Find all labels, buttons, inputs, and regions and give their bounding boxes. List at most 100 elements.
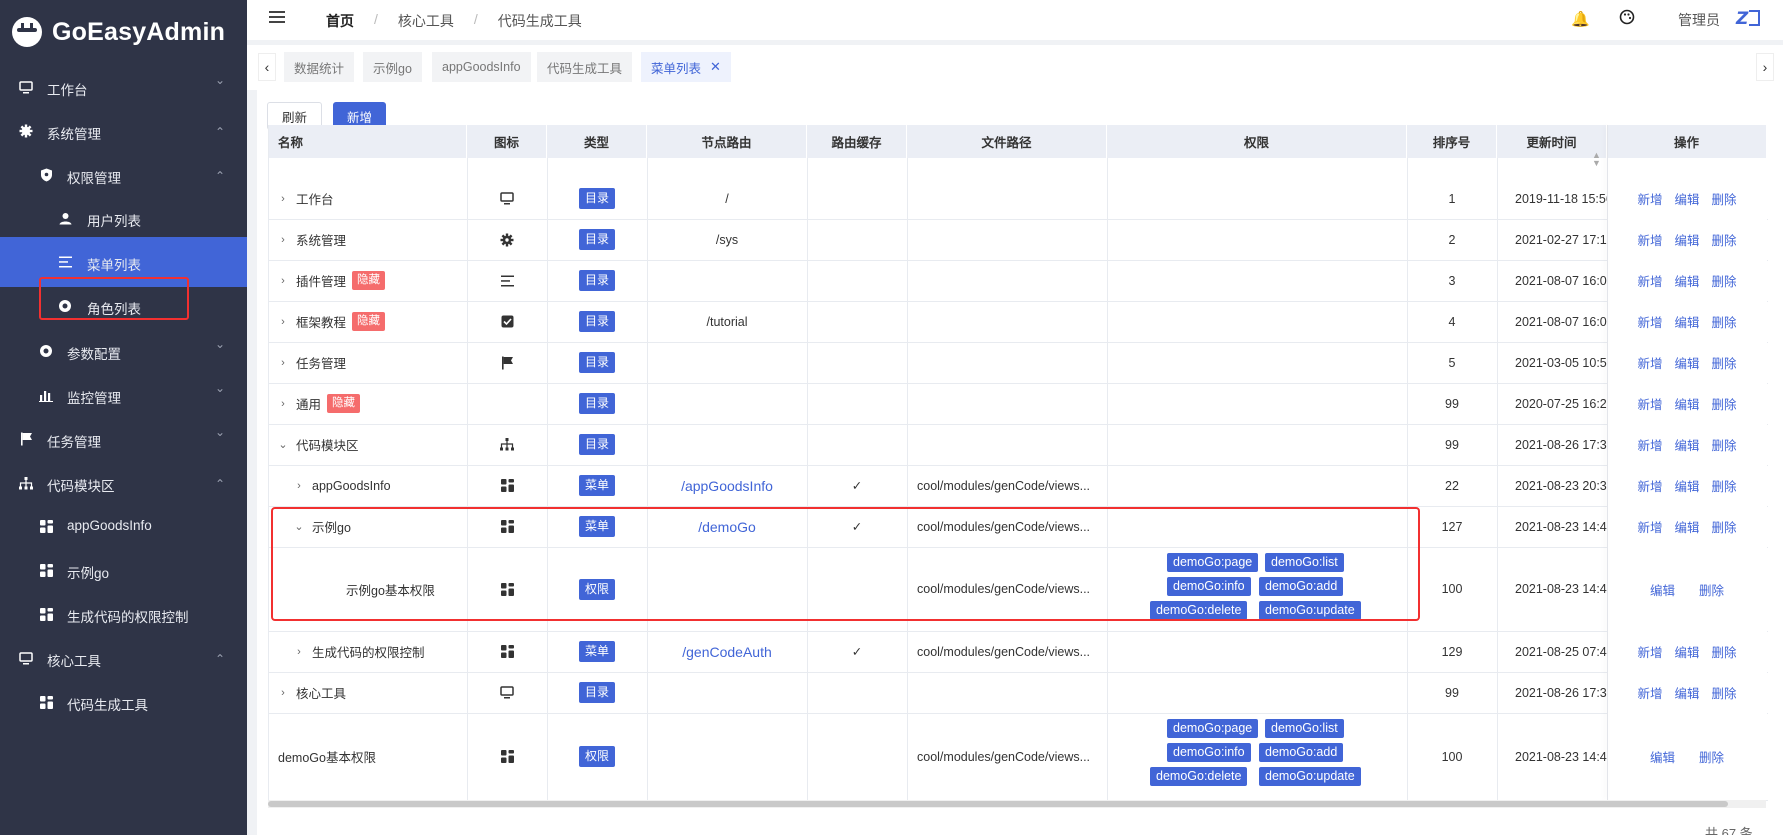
add-child-button[interactable]: 新增 <box>1637 271 1662 290</box>
delete-button[interactable]: 删除 <box>1712 517 1737 536</box>
edit-button[interactable]: 编辑 <box>1674 189 1699 208</box>
delete-button[interactable]: 删除 <box>1712 312 1737 331</box>
breadcrumb-item[interactable]: 核心工具 <box>398 11 454 31</box>
edit-button[interactable]: 编辑 <box>1674 683 1699 702</box>
breadcrumb-item[interactable]: 首页 <box>326 11 354 31</box>
sidebar-item[interactable]: 代码生成工具 <box>0 677 247 727</box>
sidebar-item[interactable]: 工作台 ⌄ <box>0 62 247 112</box>
close-icon[interactable]: ✕ <box>710 59 721 75</box>
expand-icon[interactable]: › <box>278 316 288 328</box>
expand-icon[interactable]: › <box>278 234 288 246</box>
route-text[interactable]: /genCodeAuth <box>682 644 772 660</box>
expand-icon[interactable]: › <box>278 193 288 205</box>
expand-icon[interactable]: › <box>278 357 288 369</box>
checkbox-icon <box>467 301 547 342</box>
add-child-button[interactable]: 新增 <box>1637 476 1662 495</box>
sidebar-item-label: 任务管理 <box>47 435 101 450</box>
edit-button[interactable]: 编辑 <box>1674 312 1699 331</box>
tab-item[interactable]: appGoodsInfo <box>432 52 531 82</box>
sidebar-item[interactable]: 核心工具 ⌃ <box>0 633 247 683</box>
add-child-button[interactable]: 新增 <box>1637 435 1662 454</box>
edit-button[interactable]: 编辑 <box>1674 642 1699 661</box>
palette-icon[interactable] <box>1619 9 1635 30</box>
expand-icon[interactable]: › <box>294 646 304 658</box>
sort-icon[interactable]: ▲ ▼ <box>1592 151 1601 169</box>
sidebar-item[interactable]: 生成代码的权限控制 <box>0 589 247 639</box>
route-cell <box>647 342 807 383</box>
collapse-icon[interactable]: ⌄ <box>278 438 288 451</box>
sidebar-item[interactable]: appGoodsInfo <box>0 501 247 551</box>
edit-button[interactable]: 编辑 <box>1674 435 1699 454</box>
chevron-up-icon: ⌃ <box>214 169 225 183</box>
horizontal-scrollbar[interactable] <box>268 800 1766 808</box>
edit-button[interactable]: 编辑 <box>1650 747 1675 766</box>
expand-icon[interactable]: › <box>278 687 288 699</box>
add-child-button[interactable]: 新增 <box>1637 312 1662 331</box>
add-child-button[interactable]: 新增 <box>1637 189 1662 208</box>
delete-button[interactable]: 删除 <box>1712 230 1737 249</box>
delete-button[interactable]: 删除 <box>1699 580 1724 599</box>
delete-button[interactable]: 删除 <box>1712 435 1737 454</box>
expand-icon[interactable]: › <box>278 398 288 410</box>
type-cell: 目录 <box>547 178 647 219</box>
edit-button[interactable]: 编辑 <box>1674 394 1699 413</box>
route-text[interactable]: /demoGo <box>698 519 756 535</box>
edit-button[interactable]: 编辑 <box>1674 271 1699 290</box>
tab-next-button[interactable]: › <box>1756 53 1774 81</box>
collapse-icon[interactable]: ⌄ <box>294 520 304 533</box>
file-path <box>917 260 1103 301</box>
sidebar-item[interactable]: 系统管理 ⌃ <box>0 106 247 156</box>
sidebar-item[interactable]: 用户列表 <box>0 193 247 243</box>
cache-check-icon <box>807 342 907 383</box>
edit-button[interactable]: 编辑 <box>1674 517 1699 536</box>
scrollbar-thumb[interactable] <box>268 801 1728 807</box>
sidebar-item[interactable]: 示例go <box>0 545 247 595</box>
delete-button[interactable]: 删除 <box>1712 189 1737 208</box>
cache-check-icon <box>807 260 907 301</box>
update-time: 2021-08-07 16:05 <box>1515 273 1607 288</box>
edit-button[interactable]: 编辑 <box>1674 476 1699 495</box>
expand-icon[interactable]: › <box>278 275 288 287</box>
edit-button[interactable]: 编辑 <box>1674 230 1699 249</box>
tab-item[interactable]: 数据统计 <box>284 52 355 82</box>
row-name-text: appGoodsInfo <box>312 478 391 493</box>
delete-button[interactable]: 删除 <box>1712 271 1737 290</box>
permission-tag: demoGo:update <box>1259 601 1361 620</box>
tab-prev-button[interactable]: ‹ <box>258 53 276 81</box>
sidebar-item[interactable]: 参数配置 ⌄ <box>0 326 247 376</box>
delete-button[interactable]: 删除 <box>1712 394 1737 413</box>
tab-label: 数据统计 <box>294 61 345 76</box>
menu-toggle-icon[interactable] <box>269 11 285 25</box>
add-child-button[interactable]: 新增 <box>1637 642 1662 661</box>
permission-tag: demoGo:list <box>1265 553 1344 572</box>
tab-item[interactable]: 代码生成工具 <box>537 52 633 82</box>
update-time: 2021-08-23 14:48 <box>1515 519 1607 534</box>
tab-item-active[interactable]: 菜单列表 ✕ <box>641 52 731 82</box>
edit-button[interactable]: 编辑 <box>1674 353 1699 372</box>
user-name[interactable]: 管理员 <box>1678 10 1720 30</box>
delete-button[interactable]: 删除 <box>1699 747 1724 766</box>
delete-button[interactable]: 删除 <box>1712 683 1737 702</box>
add-child-button[interactable]: 新增 <box>1637 230 1662 249</box>
bell-icon[interactable]: 🔔 <box>1571 10 1590 28</box>
tab-item[interactable]: 示例go <box>363 52 422 82</box>
add-child-button[interactable]: 新增 <box>1637 353 1662 372</box>
add-child-button[interactable]: 新增 <box>1637 683 1662 702</box>
sidebar-item[interactable]: 监控管理 ⌄ <box>0 370 247 420</box>
type-badge: 菜单 <box>578 641 615 662</box>
apps-icon <box>467 713 547 800</box>
delete-button[interactable]: 删除 <box>1712 476 1737 495</box>
app-logo[interactable]: GoEasyAdmin <box>0 0 247 64</box>
edit-button[interactable]: 编辑 <box>1650 580 1675 599</box>
add-child-button[interactable]: 新增 <box>1637 517 1662 536</box>
avatar[interactable]: Z <box>1735 7 1761 29</box>
route-text[interactable]: /appGoodsInfo <box>681 478 773 494</box>
delete-button[interactable]: 删除 <box>1712 353 1737 372</box>
sidebar-item-label: 菜单列表 <box>87 258 141 273</box>
cache-check-icon <box>807 672 907 713</box>
sidebar-item[interactable]: 任务管理 ⌄ <box>0 414 247 464</box>
add-child-button[interactable]: 新增 <box>1637 394 1662 413</box>
expand-icon[interactable]: › <box>294 480 304 492</box>
delete-button[interactable]: 删除 <box>1712 642 1737 661</box>
column-header: 节点路由 <box>647 125 807 158</box>
